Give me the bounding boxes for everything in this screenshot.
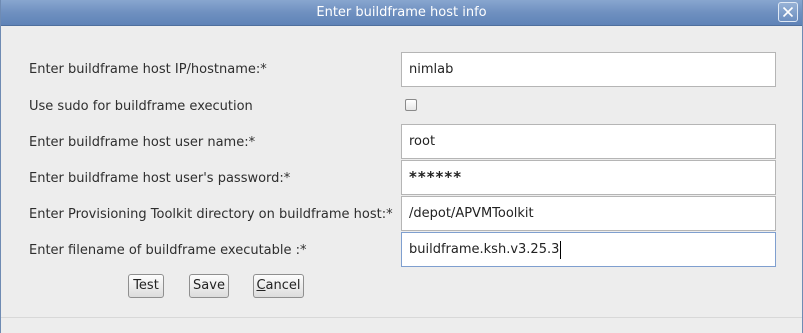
password-input[interactable]: ****** — [401, 160, 776, 195]
sudo-label: Use sudo for buildframe execution — [29, 99, 253, 114]
executable-label: Enter filename of buildframe executable … — [29, 243, 307, 258]
title-bar: Enter buildframe host info — [1, 0, 802, 26]
hostname-label: Enter buildframe host IP/hostname:* — [29, 62, 267, 77]
form-content: Enter buildframe host IP/hostname:* niml… — [1, 27, 802, 317]
cancel-mnemonic: C — [256, 278, 266, 293]
close-icon — [782, 6, 794, 18]
username-label: Enter buildframe host user name:* — [29, 135, 256, 150]
dialog-bottom-edge — [1, 317, 802, 333]
window-title: Enter buildframe host info — [316, 5, 487, 20]
executable-input[interactable]: buildframe.ksh.v3.25.3 — [401, 232, 776, 267]
text-caret — [560, 240, 562, 259]
executable-input-text: buildframe.ksh.v3.25.3 — [409, 242, 560, 257]
password-label: Enter buildframe host user's password:* — [29, 171, 291, 186]
dialog-window: Enter buildframe host info Enter buildfr… — [0, 0, 803, 333]
hostname-input[interactable]: nimlab — [401, 52, 776, 87]
toolkit-dir-input[interactable]: /depot/APVMToolkit — [401, 196, 776, 231]
close-button[interactable] — [778, 2, 798, 22]
cancel-button[interactable]: Cancel — [253, 274, 304, 298]
toolkit-dir-label: Enter Provisioning Toolkit directory on … — [29, 207, 393, 222]
test-button[interactable]: Test — [128, 274, 164, 298]
username-input[interactable]: root — [401, 124, 776, 159]
cancel-label-rest: ancel — [265, 278, 301, 293]
save-button[interactable]: Save — [189, 274, 229, 298]
sudo-checkbox[interactable] — [405, 99, 417, 111]
